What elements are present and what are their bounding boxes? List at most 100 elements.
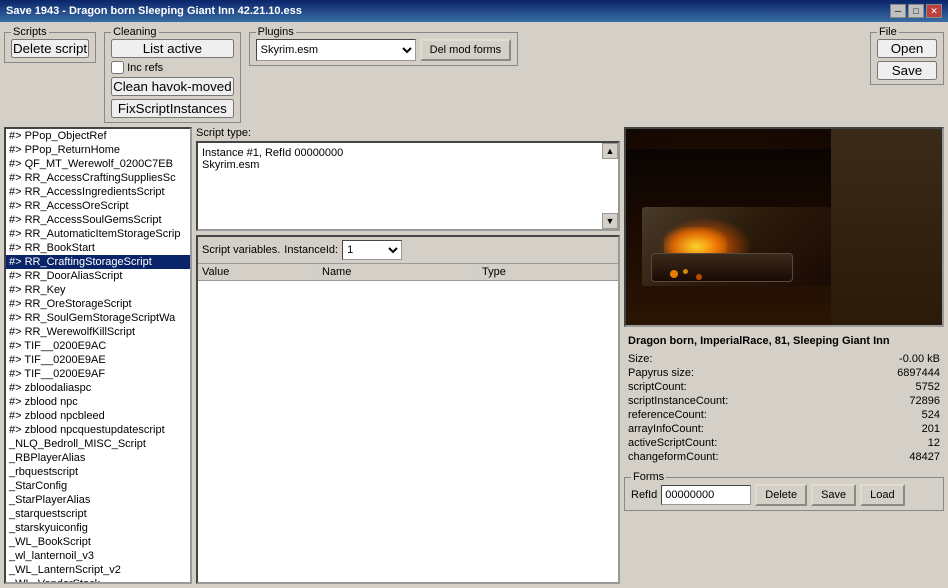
right-panel: Dragon born, ImperialRace, 81, Sleeping … [624,127,944,584]
script-count-value: 5752 [916,381,940,393]
maximize-button[interactable]: □ [908,4,924,18]
reference-count-label: referenceCount: [628,409,707,421]
script-list-item[interactable]: #> zbloodaliaspc [6,381,190,395]
script-list-item[interactable]: #> zblood npcquestupdatescript [6,423,190,437]
script-list-item[interactable]: #> TIF__0200E9AE [6,353,190,367]
scroll-down-btn[interactable]: ▼ [602,213,618,229]
delete-script-button[interactable]: Delete script [11,39,89,58]
script-list-item[interactable]: #> RR_Key [6,283,190,297]
inc-refs-checkbox[interactable] [111,61,124,74]
script-list-item[interactable]: _StarConfig [6,479,190,493]
screenshot-image [626,129,942,325]
script-list-item[interactable]: _WL_BookScript [6,535,190,549]
active-script-value: 12 [928,437,940,449]
script-type-container: Script type: Instance #1, RefId 00000000… [196,127,620,231]
script-list-item[interactable]: _rbquestscript [6,465,190,479]
script-list-item[interactable]: _StarPlayerAlias [6,493,190,507]
variables-label: Script variables. [202,244,280,256]
window-title: Save 1943 - Dragon born Sleeping Giant I… [6,5,302,17]
changeform-value: 48427 [909,451,940,463]
size-label: Size: [628,353,652,365]
forms-group: Forms RefId Delete Save Load [624,477,944,511]
reference-count-value: 524 [922,409,940,421]
close-button[interactable]: ✕ [926,4,942,18]
script-list-item[interactable]: #> RR_AccessCraftingSuppliesSc [6,171,190,185]
script-list-item[interactable]: #> zblood npcbleed [6,409,190,423]
clean-havok-button[interactable]: Clean havok-moved [111,77,234,96]
plugins-select[interactable]: Skyrim.esm [256,39,416,61]
forms-save-button[interactable]: Save [811,484,856,506]
script-list-item[interactable]: #> QF_MT_Werewolf_0200C7EB [6,157,190,171]
file-group: File Open Save [870,32,944,85]
changeform-label: changeformCount: [628,451,719,463]
instance-id-label: InstanceId: [284,244,338,256]
script-type-area: Instance #1, RefId 00000000 Skyrim.esm ▲… [196,141,620,231]
info-panel: Dragon born, ImperialRace, 81, Sleeping … [624,331,944,469]
refid-input[interactable] [661,485,751,505]
changeform-row: changeformCount: 48427 [628,451,940,463]
script-instance-label: scriptInstanceCount: [628,395,728,407]
array-info-row: arrayInfoCount: 201 [628,423,940,435]
script-list-item[interactable]: _starskyuiconfig [6,521,190,535]
forms-load-button[interactable]: Load [860,484,904,506]
open-button[interactable]: Open [877,39,937,58]
script-list-item[interactable]: #> PPop_ObjectRef [6,129,190,143]
scripts-group: Scripts Delete script [4,32,96,63]
list-active-button[interactable]: List active [111,39,234,58]
instance-id-select[interactable]: 1 [342,240,402,260]
scripts-list[interactable]: (function() { const data = JSON.parse(do… [4,127,192,584]
script-list-item[interactable]: #> TIF__0200E9AF [6,367,190,381]
cleaning-label: Cleaning [111,26,158,38]
script-list-item[interactable]: #> RR_OreStorageScript [6,297,190,311]
script-list-item[interactable]: #> RR_DoorAliasScript [6,269,190,283]
forms-row: RefId Delete Save Load [631,484,937,506]
forms-delete-button[interactable]: Delete [755,484,807,506]
instance-text: Instance #1, RefId 00000000 [202,147,614,159]
title-bar: Save 1943 - Dragon born Sleeping Giant I… [0,0,948,22]
active-script-row: activeScriptCount: 12 [628,437,940,449]
script-list-item[interactable]: #> RR_CraftingStorageScript [6,255,190,269]
inc-refs-label: Inc refs [127,62,163,74]
papyrus-value: 6897444 [897,367,940,379]
script-list-item[interactable]: #> RR_AutomaticItemStorageScrip [6,227,190,241]
script-list-item[interactable]: #> RR_SoulGemStorageScriptWa [6,311,190,325]
title-bar-buttons: ─ □ ✕ [890,4,942,18]
script-list-item[interactable]: _NLQ_Bedroll_MISC_Script [6,437,190,451]
script-list-item[interactable]: #> RR_AccessSoulGemsScript [6,213,190,227]
script-list-item[interactable]: #> RR_BookStart [6,241,190,255]
col-name: Name [318,264,478,280]
toolbar: Scripts Delete script Cleaning List acti… [4,26,944,123]
variables-panel: Script variables. InstanceId: 1 Value Na… [196,235,620,584]
file-label: File [877,26,899,38]
size-value: -0.00 kB [899,353,940,365]
script-instance-row: scriptInstanceCount: 72896 [628,395,940,407]
script-list-item[interactable]: #> PPop_ReturnHome [6,143,190,157]
script-list-item[interactable]: _WL_LanternScript_v2 [6,563,190,577]
scripts-label: Scripts [11,26,49,38]
variables-header: Script variables. InstanceId: 1 [198,237,618,264]
minimize-button[interactable]: ─ [890,4,906,18]
center-panel: Script type: Instance #1, RefId 00000000… [196,127,620,584]
active-script-label: activeScriptCount: [628,437,717,449]
col-value: Value [198,264,318,280]
inc-refs-row: Inc refs [111,61,234,74]
script-list-item[interactable]: _wl_lanternoil_v3 [6,549,190,563]
fix-script-button[interactable]: FixScriptInstances [111,99,234,118]
plugins-label: Plugins [256,26,296,38]
script-list-item[interactable]: #> TIF__0200E9AC [6,339,190,353]
script-list-item[interactable]: #> RR_AccessOreScript [6,199,190,213]
papyrus-label: Papyrus size: [628,367,694,379]
del-mod-forms-button[interactable]: Del mod forms [420,39,512,61]
array-info-value: 201 [922,423,940,435]
refid-label: RefId [631,489,657,501]
script-list-item[interactable]: _starquestscript [6,507,190,521]
scroll-up-btn[interactable]: ▲ [602,143,618,159]
save-button[interactable]: Save [877,61,937,80]
script-list-item[interactable]: #> RR_AccessIngredientsScript [6,185,190,199]
script-count-label: scriptCount: [628,381,687,393]
script-list-item[interactable]: _WL_VendorStock [6,577,190,584]
screenshot-area [624,127,944,327]
script-list-item[interactable]: #> RR_WerewolfKillScript [6,325,190,339]
script-list-item[interactable]: _RBPlayerAlias [6,451,190,465]
script-list-item[interactable]: #> zblood npc [6,395,190,409]
